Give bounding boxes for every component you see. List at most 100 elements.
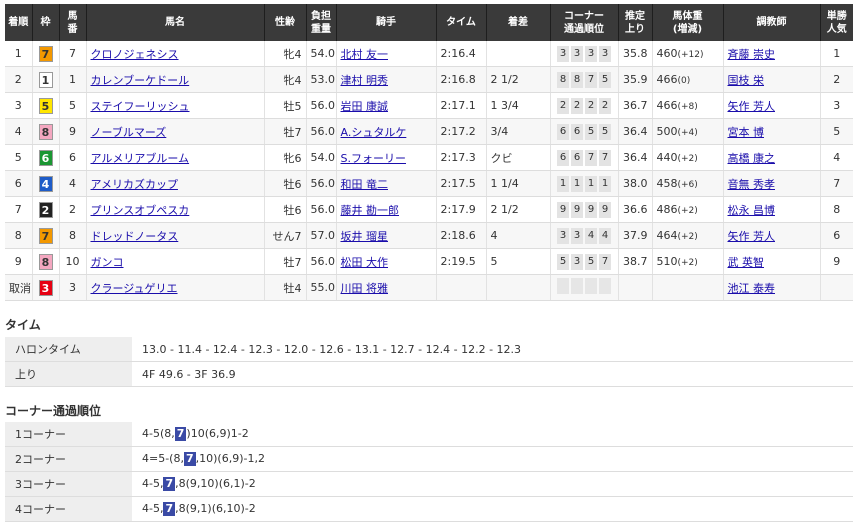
result-row: 7 2 2 プリンスオブペスカ 牡6 56.0 藤井 勘一郎 2:17.9 2 1/2 9 9 9 9 3… bbox=[5, 196, 853, 223]
header-corner: コーナー 通過順位 bbox=[550, 4, 619, 41]
corner-positions: 8875 bbox=[557, 71, 611, 88]
corner-position: 8 bbox=[557, 71, 569, 88]
horse-name-link[interactable]: ノーブルマーズ bbox=[91, 126, 167, 139]
popularity-cell: 3 bbox=[820, 92, 853, 119]
trainer-link[interactable]: 宮本 博 bbox=[728, 126, 765, 139]
jockey-link[interactable]: 北村 友一 bbox=[341, 48, 389, 61]
margin-cell: 2 1/2 bbox=[486, 66, 551, 93]
jockey-link[interactable]: 坂井 瑠星 bbox=[341, 230, 389, 243]
header-margin: 着差 bbox=[486, 4, 551, 41]
corner-position: 7 bbox=[585, 71, 597, 88]
body-weight-cell: 440(+2) bbox=[652, 144, 724, 171]
result-row: 2 1 1 カレンブーケドール 牝4 53.0 津村 明秀 2:16.8 2 1/2 8 8 7 5 35… bbox=[5, 66, 853, 93]
horse-name-cell: ステイフーリッシュ bbox=[86, 92, 265, 119]
horse-name-link[interactable]: ステイフーリッシュ bbox=[91, 100, 190, 113]
jockey-link[interactable]: S.フォーリー bbox=[341, 152, 406, 165]
jockey-link[interactable]: 松田 大作 bbox=[341, 256, 389, 269]
corner-position: 5 bbox=[557, 253, 569, 270]
result-row: 取消 3 3 クラージュゲリエ 牡4 55.0 川田 将雅 池江 泰寿 bbox=[5, 274, 853, 301]
trainer-link[interactable]: 矢作 芳人 bbox=[728, 100, 776, 113]
header-trainer: 調教師 bbox=[723, 4, 821, 41]
weight-carried-cell: 54.0 bbox=[306, 41, 337, 67]
body-weight-diff: (+8) bbox=[677, 102, 698, 112]
corner-position: 4 bbox=[585, 227, 597, 244]
corner-order-after: ,10)(6,9)-1,2 bbox=[195, 452, 265, 465]
corner-positions: 3333 bbox=[557, 45, 611, 62]
horse-name-link[interactable]: クラージュゲリエ bbox=[91, 282, 178, 295]
weight-carried-cell: 56.0 bbox=[306, 118, 337, 145]
trainer-link[interactable]: 国枝 栄 bbox=[728, 74, 765, 87]
corner-position: 2 bbox=[571, 97, 583, 114]
time-value-furlong: 13.0 - 11.4 - 12.4 - 12.3 - 12.0 - 12.6 … bbox=[132, 337, 853, 362]
time-row-last: 上り 4F 49.6 - 3F 36.9 bbox=[5, 361, 853, 387]
body-weight-cell: 460(+12) bbox=[652, 41, 724, 67]
header-jockey: 騎手 bbox=[336, 4, 437, 41]
trainer-cell: 矢作 芳人 bbox=[723, 222, 821, 249]
corner-order-after: ,8(9,1)(6,10)-2 bbox=[175, 502, 256, 515]
horse-name-link[interactable]: クロノジェネシス bbox=[91, 48, 179, 61]
jockey-link[interactable]: 川田 将雅 bbox=[341, 282, 389, 295]
last3f-cell: 36.7 bbox=[618, 92, 653, 119]
horse-name-cell: アメリカズカップ bbox=[86, 170, 265, 197]
last3f-cell: 37.9 bbox=[618, 222, 653, 249]
corner-positions: 9999 bbox=[557, 201, 611, 218]
jockey-link[interactable]: 藤井 勘一郎 bbox=[341, 204, 400, 217]
corner-positions bbox=[557, 278, 611, 294]
corner-order-row: 1コーナー 4-5(8, 7)10(6,9)1-2 bbox=[5, 422, 853, 447]
jockey-link[interactable]: 津村 明秀 bbox=[341, 74, 389, 87]
horse-name-link[interactable]: アルメリアブルーム bbox=[91, 152, 190, 165]
trainer-link[interactable]: 矢作 芳人 bbox=[728, 230, 776, 243]
horse-name-cell: ノーブルマーズ bbox=[86, 118, 265, 145]
corner-cell: 6655 bbox=[550, 118, 619, 145]
last3f-cell: 38.0 bbox=[618, 170, 653, 197]
horse-name-cell: クラージュゲリエ bbox=[86, 274, 265, 301]
corner-section-title: コーナー通過順位 bbox=[5, 404, 102, 418]
horse-name-link[interactable]: ドレッドノータス bbox=[91, 230, 179, 243]
popularity-cell: 6 bbox=[820, 222, 853, 249]
last3f-cell: 35.9 bbox=[618, 66, 653, 93]
corner-cell: 8875 bbox=[550, 66, 619, 93]
corner-cell: 6677 bbox=[550, 144, 619, 171]
jockey-link[interactable]: 和田 竜二 bbox=[341, 178, 389, 191]
jockey-link[interactable]: A.シュタルケ bbox=[341, 126, 407, 139]
trainer-link[interactable]: 池江 泰寿 bbox=[728, 282, 776, 295]
corner-position: 6 bbox=[571, 123, 583, 140]
corner-order-value: 4=5-(8, 7,10)(6,9)-1,2 bbox=[132, 446, 853, 472]
body-weight-value: 464 bbox=[656, 229, 678, 242]
trainer-link[interactable]: 武 英智 bbox=[728, 256, 765, 269]
corner-position: 2 bbox=[557, 97, 569, 114]
last3f-cell: 35.8 bbox=[618, 41, 653, 67]
corner-position: 3 bbox=[599, 45, 611, 62]
trainer-link[interactable]: 斉藤 崇史 bbox=[728, 48, 776, 61]
corner-position: 2 bbox=[599, 97, 611, 114]
gate-cell: 8 bbox=[32, 248, 60, 275]
horse-name-link[interactable]: カレンブーケドール bbox=[91, 74, 190, 87]
trainer-link[interactable]: 音無 秀孝 bbox=[728, 178, 776, 191]
result-row: 8 7 8 ドレッドノータス せん7 57.0 坂井 瑠星 2:18.6 4 3 3 4 4 37.9 46… bbox=[5, 222, 853, 249]
corner-position: 9 bbox=[571, 201, 583, 218]
horse-name-link[interactable]: アメリカズカップ bbox=[91, 178, 178, 191]
horse-name-link[interactable]: ガンコ bbox=[91, 256, 124, 269]
gate-badge: 5 bbox=[38, 97, 53, 114]
corner-cell: 9999 bbox=[550, 196, 619, 223]
rank-cell: 取消 bbox=[5, 274, 33, 301]
sex-age-cell: 牝4 bbox=[264, 41, 307, 67]
jockey-link[interactable]: 岩田 康誠 bbox=[341, 100, 389, 113]
sex-age-cell: 牡7 bbox=[264, 118, 307, 145]
last3f-cell: 36.4 bbox=[618, 144, 653, 171]
trainer-link[interactable]: 松永 昌博 bbox=[728, 204, 776, 217]
horse-name-link[interactable]: プリンスオブペスカ bbox=[91, 204, 190, 217]
body-weight-cell: 466(0) bbox=[652, 66, 724, 93]
horse-number-cell: 8 bbox=[59, 222, 87, 249]
trainer-link[interactable]: 高橋 康之 bbox=[728, 152, 776, 165]
corner-position: 6 bbox=[557, 149, 569, 166]
corner-position: 5 bbox=[585, 253, 597, 270]
result-row: 5 6 6 アルメリアブルーム 牝6 54.0 S.フォーリー 2:17.3 クビ 6 6 7 7 36.… bbox=[5, 144, 853, 171]
popularity-cell: 4 bbox=[820, 144, 853, 171]
weight-carried-cell: 56.0 bbox=[306, 248, 337, 275]
jockey-cell: 松田 大作 bbox=[336, 248, 437, 275]
body-weight-cell: 466(+8) bbox=[652, 92, 724, 119]
time-cell: 2:19.5 bbox=[436, 248, 487, 275]
corner-order-value: 4-5(8, 7)10(6,9)1-2 bbox=[132, 422, 853, 447]
highlight-horse-badge: 7 bbox=[163, 502, 176, 516]
